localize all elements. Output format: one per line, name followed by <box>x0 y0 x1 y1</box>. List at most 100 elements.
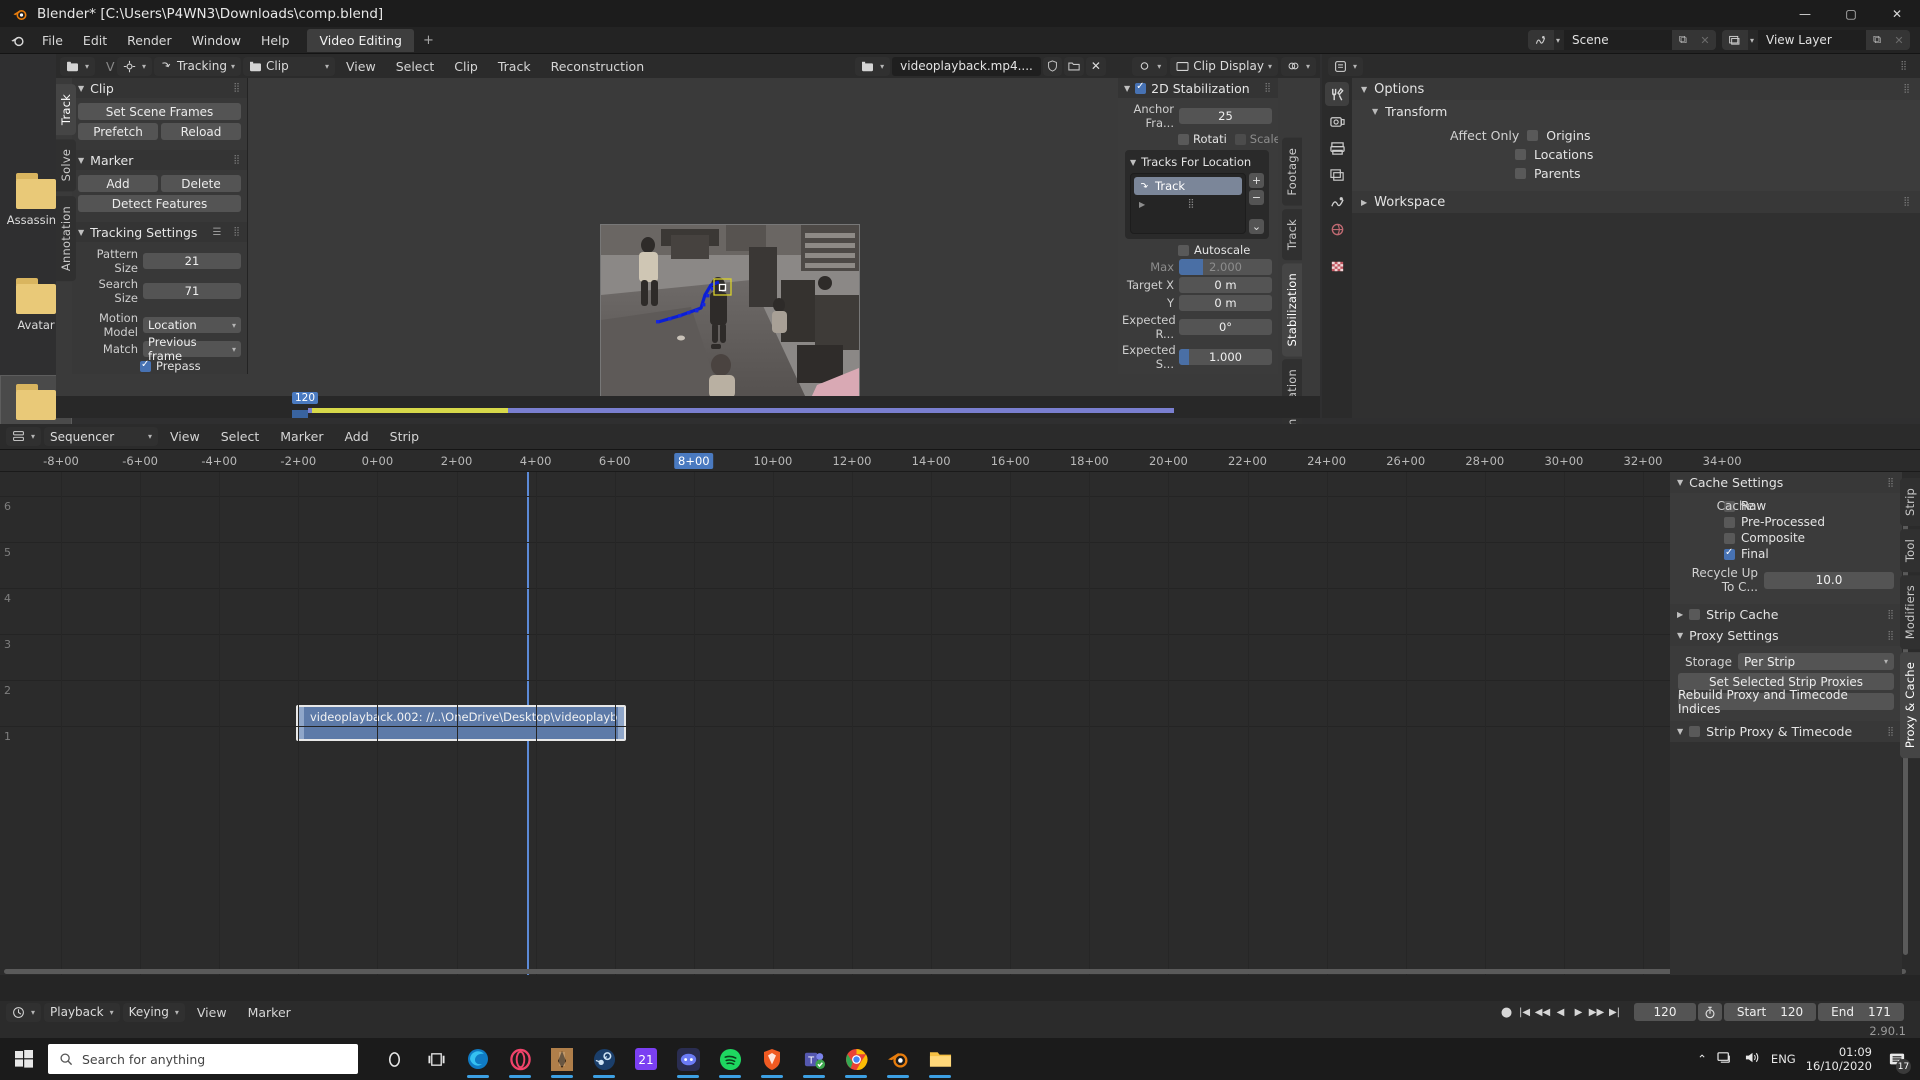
clip-tab-annotation[interactable]: Annotation <box>56 195 76 281</box>
clip-preview[interactable] <box>600 224 860 399</box>
track-list-item[interactable]: Track <box>1134 177 1242 195</box>
reload-button[interactable]: Reload <box>161 123 241 140</box>
stabilize-scale-checkbox[interactable] <box>1234 133 1246 145</box>
sequencer-menu-add[interactable]: Add <box>335 427 377 446</box>
timeline-menu-view[interactable]: View <box>188 1003 236 1022</box>
cache-preprocessed-checkbox[interactable] <box>1724 516 1735 528</box>
unlink-scene-button[interactable]: ✕ <box>1693 30 1716 50</box>
render-icon[interactable] <box>1325 109 1349 133</box>
clip-browse-button[interactable]: ▾ <box>855 56 891 76</box>
properties-editor-type-button[interactable]: ▾ <box>1328 56 1364 76</box>
discord-icon[interactable] <box>668 1038 708 1080</box>
add-marker-button[interactable]: Add <box>78 175 158 192</box>
clip-tab-track-right[interactable]: Track <box>1282 208 1302 260</box>
view-layer-selector[interactable]: ▾ View Layer ⧉ ✕ <box>1721 30 1910 50</box>
cache-composite-checkbox[interactable] <box>1724 532 1735 544</box>
blender-menu-icon[interactable] <box>6 30 28 50</box>
tracks-list-menu-button[interactable]: ⌄ <box>1249 219 1264 234</box>
jump-to-start-button[interactable]: |◀ <box>1516 1003 1533 1022</box>
notification-icon[interactable]: 17 <box>1882 1038 1912 1080</box>
rebuild-proxy-button[interactable]: Rebuild Proxy and Timecode Indices <box>1678 688 1894 716</box>
preset-list-icon[interactable]: ☰ <box>212 227 221 238</box>
editor-type-button[interactable]: ▾ <box>60 56 96 76</box>
steam-icon[interactable] <box>584 1038 624 1080</box>
timeline-editor-type-button[interactable]: ▾ <box>6 1002 42 1022</box>
open-clip-icon[interactable] <box>1063 56 1084 76</box>
clip-gizmo-toggle[interactable]: ▾ <box>1132 56 1168 76</box>
clip-display-menu[interactable]: Clip Display ▾ <box>1170 56 1278 76</box>
anchor-frame-field[interactable]: 25 <box>1179 108 1272 124</box>
workspace-tab-video-editing[interactable]: Video Editing <box>307 28 414 52</box>
scene-name[interactable]: Scene <box>1563 30 1672 50</box>
minimize-button[interactable]: — <box>1782 0 1828 27</box>
next-keyframe-button[interactable]: ▶▶ <box>1588 1003 1605 1022</box>
origins-checkbox[interactable] <box>1527 130 1539 141</box>
menu-window[interactable]: Window <box>182 30 251 51</box>
scene-icon[interactable] <box>1325 190 1349 214</box>
add-track-button[interactable]: + <box>1249 173 1264 188</box>
storage-select[interactable]: Per Strip ▾ <box>1738 653 1894 670</box>
motion-model-select[interactable]: Location ▾ <box>143 317 241 333</box>
task-view-icon[interactable] <box>416 1038 456 1080</box>
chrome-icon[interactable] <box>836 1038 876 1080</box>
volume-icon[interactable] <box>1744 1050 1761 1068</box>
show-hidden-icons-icon[interactable]: ⌃ <box>1697 1052 1707 1066</box>
clip-name-field[interactable]: videoplayback.mp4.... <box>892 56 1041 76</box>
tool-icon[interactable] <box>1325 82 1349 106</box>
target-y-field[interactable]: 0 m <box>1179 295 1272 311</box>
menu-file[interactable]: File <box>32 30 73 51</box>
clip-view-menu-clipped[interactable]: Vi <box>97 57 115 76</box>
clip-menu-reconstruction[interactable]: Reconstruction <box>542 57 654 76</box>
view-layer-name[interactable]: View Layer <box>1758 30 1866 50</box>
start-frame-field[interactable]: Start 120 <box>1724 1003 1816 1021</box>
playback-menu[interactable]: Playback ▾ <box>44 1002 120 1022</box>
shield-icon[interactable] <box>1042 56 1062 76</box>
expected-rotation-field[interactable]: 0° <box>1179 319 1272 335</box>
twentyone-icon[interactable]: 21 <box>626 1038 666 1080</box>
sequencer-menu-select[interactable]: Select <box>212 427 269 446</box>
blender-icon[interactable] <box>878 1038 918 1080</box>
stabilization-enable-checkbox[interactable] <box>1135 81 1147 94</box>
scene-selector[interactable]: ▾ Scene ⧉ ✕ <box>1527 30 1716 50</box>
stabilize-rotation-checkbox[interactable] <box>1178 133 1189 145</box>
match-select[interactable]: Previous frame ▾ <box>143 335 241 363</box>
add-workspace-button[interactable]: + <box>414 29 443 52</box>
texture-icon[interactable] <box>1325 254 1349 278</box>
clip-tab-footage[interactable]: Footage <box>1282 138 1302 206</box>
tracks-list[interactable]: Track ▶ ⣿ <box>1130 173 1246 234</box>
clip-tab-stabilization[interactable]: Stabilization <box>1282 262 1302 357</box>
sequencer-menu-marker[interactable]: Marker <box>271 427 332 446</box>
recycle-value-field[interactable]: 10.0 <box>1764 571 1894 589</box>
remove-track-button[interactable]: − <box>1249 190 1264 205</box>
clip-menu-select[interactable]: Select <box>387 57 444 76</box>
brave-icon[interactable] <box>752 1038 792 1080</box>
sequencer-canvas[interactable]: videoplayback.002: //..\OneDrive\Desktop… <box>0 472 1920 975</box>
sequencer-tab-strip[interactable]: Strip <box>1900 478 1920 527</box>
close-icon[interactable]: ✕ <box>1085 56 1106 76</box>
jump-to-end-button[interactable]: ▶| <box>1606 1003 1623 1022</box>
delete-marker-button[interactable]: Delete <box>161 175 241 192</box>
expand-icon[interactable]: ▶ <box>1139 200 1145 209</box>
clip-viewport[interactable]: Track Solve Annotation ▼ Clip ⣿ Set Scen… <box>56 78 1320 445</box>
clip-menu-track[interactable]: Track <box>489 57 540 76</box>
keying-menu[interactable]: Keying ▾ <box>122 1002 185 1022</box>
strip-proxy-timecode-checkbox[interactable] <box>1689 726 1701 737</box>
current-frame-field[interactable]: 120 <box>1634 1003 1696 1021</box>
sequencer-ruler[interactable]: -8+00 -6+00 -4+00 -2+00 0+00 2+00 4+00 6+00 8+00… <box>0 450 1920 472</box>
cortana-icon[interactable] <box>374 1038 414 1080</box>
parents-checkbox[interactable] <box>1515 168 1526 179</box>
clip-scrub-bar[interactable]: 120 <box>56 392 1320 418</box>
panel-header-tracking-settings[interactable]: ▼ Tracking Settings ☰ ⣿ <box>72 222 247 242</box>
output-icon[interactable] <box>1325 136 1349 160</box>
teams-icon[interactable]: T <box>794 1038 834 1080</box>
new-scene-button[interactable]: ⧉ <box>1671 30 1694 50</box>
sequencer-menu-view[interactable]: View <box>161 427 209 446</box>
tracks-for-location-header[interactable]: ▼ Tracks For Location <box>1130 155 1264 169</box>
game-icon[interactable] <box>542 1038 582 1080</box>
close-button[interactable]: ✕ <box>1874 0 1920 27</box>
menu-render[interactable]: Render <box>117 30 182 51</box>
clip-tab-solve[interactable]: Solve <box>56 139 76 192</box>
panel-header-proxy-settings[interactable]: ▼ Proxy Settings ⣿ <box>1670 625 1902 646</box>
clip-mode-selector[interactable]: Tracking ▾ <box>154 56 242 76</box>
autoscale-checkbox[interactable] <box>1178 244 1189 256</box>
